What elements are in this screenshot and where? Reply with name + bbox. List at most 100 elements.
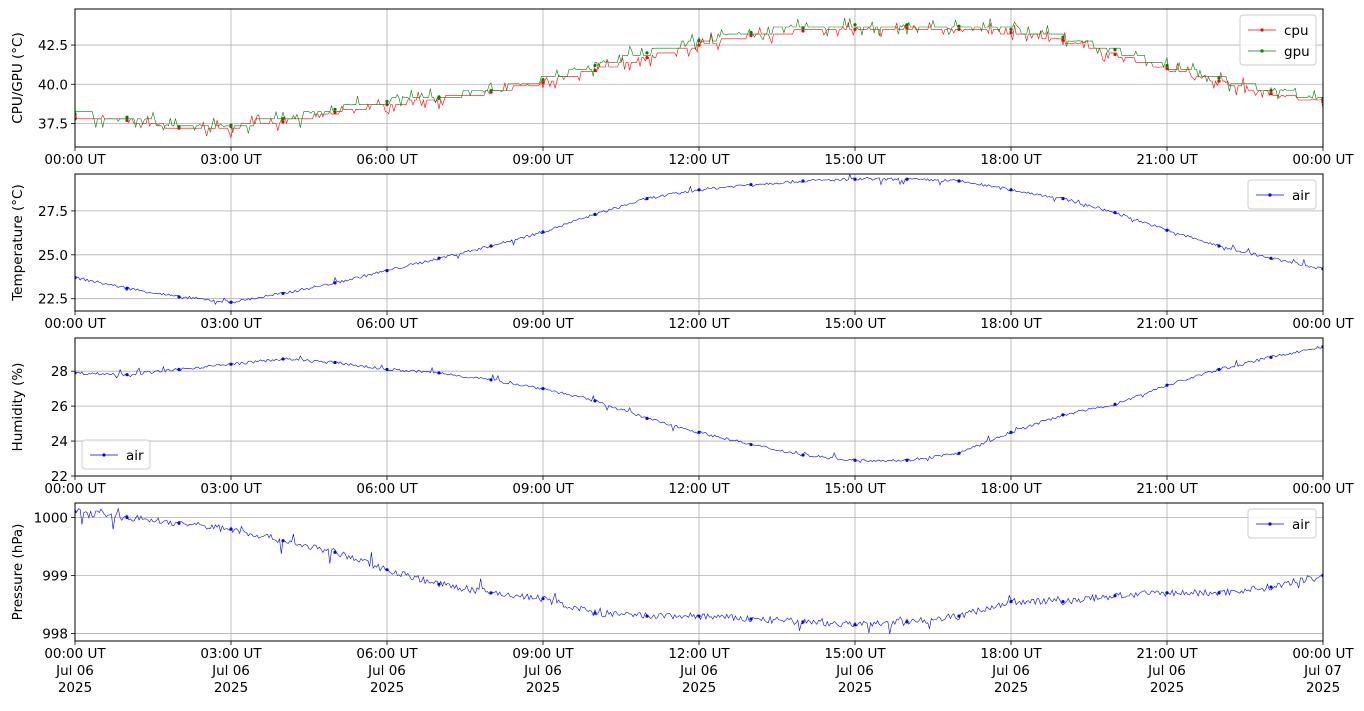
data-point [1113, 402, 1117, 406]
data-point [645, 196, 649, 201]
x-year-label: 2025 [214, 680, 248, 696]
data-point [801, 453, 805, 457]
x-tick-label: 03:00 UT [200, 481, 262, 497]
x-date-label: Jul 06 [367, 663, 406, 679]
data-point [1061, 35, 1065, 39]
x-year-label: 2025 [526, 680, 560, 696]
y-tick-label: 40.0 [38, 77, 68, 93]
data-point [489, 88, 493, 93]
data-point [489, 378, 493, 382]
x-tick-label: 06:00 UT [356, 152, 418, 168]
x-date-label: Jul 06 [835, 663, 874, 679]
x-date-label: Jul 06 [1147, 663, 1186, 679]
data-point [489, 244, 493, 248]
data-point [177, 125, 181, 129]
data-point [1113, 211, 1117, 215]
x-date-label: Jul 06 [679, 663, 718, 679]
data-point [333, 281, 337, 285]
data-point [125, 515, 129, 520]
data-point [1061, 413, 1065, 417]
x-tick-label: 18:00 UT [980, 481, 1042, 497]
x-tick-label: 06:00 UT [356, 316, 418, 332]
data-point [1269, 256, 1273, 260]
data-point [801, 29, 805, 33]
chart-svg: 00:00 UT 03:00 UT 06:00 UT 09:00 UT 12:00 UT… [10, 8, 1354, 696]
x-tick-label: 00:00 UT [44, 316, 106, 332]
data-point [905, 177, 909, 181]
data-point [697, 430, 701, 434]
data-point [749, 182, 753, 187]
data-point [697, 43, 701, 47]
data-point [1009, 27, 1013, 31]
data-point [1165, 383, 1169, 387]
x-tick-label: 09:00 UT [512, 316, 574, 332]
y-axis-label: Temperature (°C) [10, 184, 26, 302]
data-point [1009, 599, 1013, 604]
data-point [177, 521, 181, 525]
data-point [1165, 228, 1169, 232]
x-tick-label: 00:00 UT [1292, 481, 1354, 497]
data-point [541, 77, 545, 82]
data-point [1269, 92, 1273, 96]
y-tick-label: 25.0 [38, 248, 68, 264]
data-point [853, 177, 857, 181]
data-point [593, 212, 597, 216]
x-tick-label: 09:00 UT [512, 646, 574, 662]
data-point [853, 458, 857, 462]
data-point [697, 614, 701, 618]
x-tick-label: 21:00 UT [1136, 152, 1198, 168]
x-year-label: 2025 [370, 680, 404, 696]
x-tick-label: 18:00 UT [980, 646, 1042, 662]
data-point [333, 110, 337, 115]
data-point [229, 527, 233, 531]
data-point [957, 24, 961, 28]
data-point [385, 568, 389, 572]
data-point [645, 56, 649, 60]
y-tick-label: 24 [51, 434, 68, 450]
data-point [1061, 599, 1065, 604]
y-tick-label: 42.5 [38, 38, 68, 54]
data-point [489, 591, 493, 595]
data-point [749, 30, 753, 35]
x-year-label: 2025 [682, 680, 716, 696]
data-point [385, 367, 389, 372]
data-point [177, 295, 181, 299]
data-point [333, 360, 337, 365]
data-point [1217, 591, 1221, 595]
y-tick-label: 37.5 [38, 116, 68, 132]
data-point [281, 291, 285, 296]
x-tick-label: 03:00 UT [200, 646, 262, 662]
x-tick-label: 06:00 UT [356, 481, 418, 497]
legend-label: air [1292, 188, 1310, 204]
x-tick-label: 15:00 UT [824, 152, 886, 168]
data-point [697, 188, 701, 192]
x-tick-label: 15:00 UT [824, 646, 886, 662]
data-point [1113, 594, 1117, 598]
x-tick-label: 12:00 UT [668, 316, 730, 332]
legend-marker [1268, 522, 1272, 526]
x-tick-label: 06:00 UT [356, 646, 418, 662]
legend-label: air [126, 448, 144, 464]
x-date-label: Jul 07 [1303, 663, 1342, 679]
y-tick-label: 22.5 [38, 292, 68, 308]
data-point [593, 399, 597, 403]
y-tick-label: 22 [51, 469, 68, 485]
panel-4: 00:00 UT 03:00 UT 06:00 UT 09:00 UT 12:00 UT… [10, 502, 1354, 662]
legend: cpu gpu [1239, 14, 1317, 66]
x-tick-label: 03:00 UT [200, 152, 262, 168]
data-point [541, 230, 545, 234]
x-tick-label: 15:00 UT [824, 316, 886, 332]
data-point [905, 458, 909, 462]
data-point [125, 118, 129, 122]
data-point [437, 95, 441, 99]
data-point [853, 23, 857, 27]
x-tick-label: 03:00 UT [200, 316, 262, 332]
data-point [593, 63, 597, 68]
x-date-label: Jul 06 [991, 663, 1030, 679]
data-point [125, 115, 129, 119]
data-point [1269, 355, 1273, 359]
panel-1: 00:00 UT 03:00 UT 06:00 UT 09:00 UT 12:00 UT… [10, 8, 1354, 168]
x-year-label: 2025 [838, 680, 872, 696]
x-year-label: 2025 [994, 680, 1028, 696]
x-tick-label: 00:00 UT [1292, 152, 1354, 168]
